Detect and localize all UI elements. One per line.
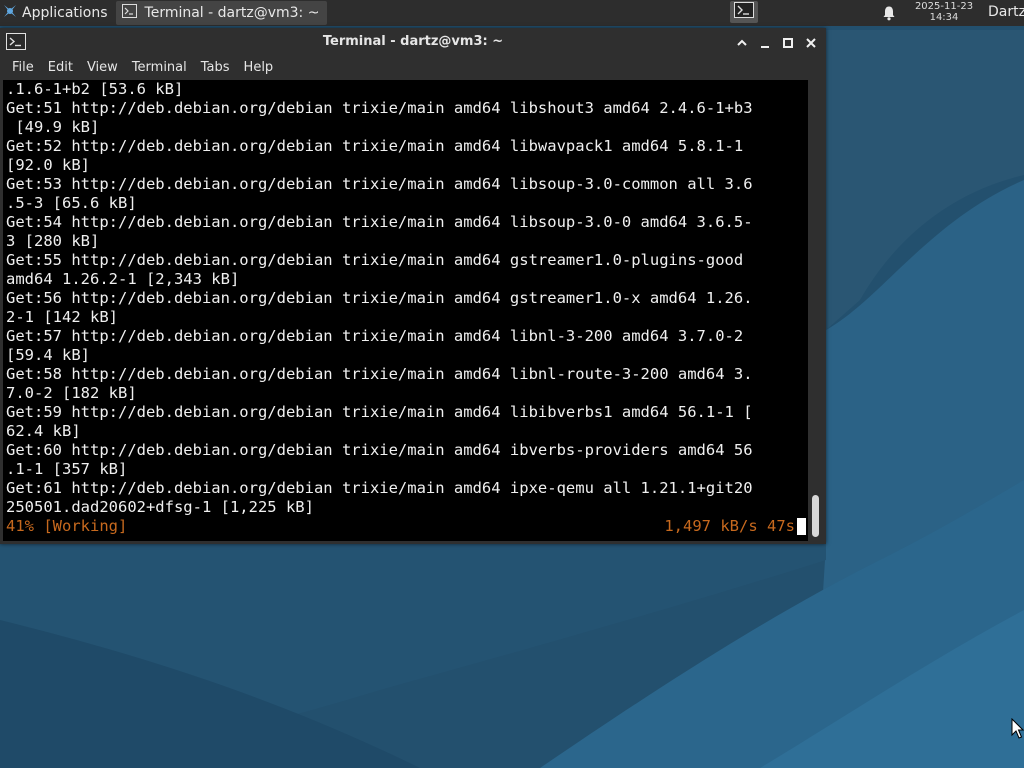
- mouse-pointer-icon: [1011, 717, 1024, 740]
- apt-progress-status: 41% [Working]: [6, 517, 128, 535]
- chevron-up-icon: [735, 35, 749, 54]
- terminal-text: .1.6-1+b2 [53.6 kB] Get:51 http://deb.de…: [3, 80, 808, 517]
- menu-edit[interactable]: Edit: [41, 56, 80, 80]
- terminal-line: amd64 1.26.2-1 [2,343 kB]: [6, 270, 240, 288]
- clock-date: 2025-11-23: [914, 1, 974, 12]
- minimize-button[interactable]: [758, 35, 772, 49]
- taskbar-item-label: Terminal - dartz@vm3: ~: [144, 5, 320, 21]
- terminal-line: [92.0 kB]: [6, 156, 90, 174]
- terminal-line: Get:54 http://deb.debian.org/debian trix…: [6, 213, 753, 231]
- menu-tabs[interactable]: Tabs: [194, 56, 237, 80]
- terminal-line: 250501.dad20602+dfsg-1 [1,225 kB]: [6, 498, 314, 516]
- xfce-mouse-icon: [2, 3, 18, 23]
- terminal-line: 3 [280 kB]: [6, 232, 100, 250]
- notifications-button[interactable]: [881, 5, 897, 21]
- terminal-line: Get:59 http://deb.debian.org/debian trix…: [6, 403, 753, 421]
- close-icon: [804, 35, 818, 54]
- apt-progress-line: 41% [Working] 1,497 kB/s 47s: [6, 517, 806, 536]
- terminal-line: Get:55 http://deb.debian.org/debian trix…: [6, 251, 744, 269]
- applications-menu-button[interactable]: Applications: [0, 0, 112, 26]
- terminal-launcher-button[interactable]: [730, 1, 758, 23]
- menu-terminal[interactable]: Terminal: [125, 56, 194, 80]
- terminal-line: Get:56 http://deb.debian.org/debian trix…: [6, 289, 753, 307]
- terminal-line: .1-1 [357 kB]: [6, 460, 128, 478]
- terminal-line: Get:60 http://deb.debian.org/debian trix…: [6, 441, 753, 459]
- terminal-line: .1.6-1+b2 [53.6 kB]: [6, 80, 184, 98]
- terminal-line: 7.0-2 [182 kB]: [6, 384, 137, 402]
- menu-bar: File Edit View Terminal Tabs Help: [0, 56, 826, 80]
- clock[interactable]: 2025-11-23 14:34: [906, 1, 982, 23]
- terminal-line: Get:57 http://deb.debian.org/debian trix…: [6, 327, 744, 345]
- terminal-icon: [121, 4, 137, 22]
- terminal-output[interactable]: .1.6-1+b2 [53.6 kB] Get:51 http://deb.de…: [3, 80, 808, 541]
- bell-icon: [881, 6, 897, 25]
- terminal-line: Get:52 http://deb.debian.org/debian trix…: [6, 137, 744, 155]
- menu-file[interactable]: File: [0, 56, 41, 80]
- terminal-line: 2-1 [142 kB]: [6, 308, 118, 326]
- text-cursor: [797, 518, 806, 535]
- shade-button[interactable]: [735, 35, 749, 49]
- clock-time: 14:34: [929, 12, 959, 23]
- window-title: Terminal - dartz@vm3: ~: [322, 34, 504, 49]
- taskbar-item-terminal[interactable]: Terminal - dartz@vm3: ~: [115, 1, 328, 25]
- menu-view[interactable]: View: [80, 56, 125, 80]
- menu-help[interactable]: Help: [237, 56, 281, 80]
- terminal-line: Get:58 http://deb.debian.org/debian trix…: [6, 365, 753, 383]
- terminal-scrollbar[interactable]: [808, 80, 823, 541]
- window-titlebar[interactable]: Terminal - dartz@vm3: ~: [0, 28, 826, 56]
- maximize-button[interactable]: [781, 35, 795, 49]
- terminal-line: 62.4 kB]: [6, 422, 81, 440]
- terminal-line: [49.9 kB]: [6, 118, 100, 136]
- terminal-line: .5-3 [65.6 kB]: [6, 194, 137, 212]
- maximize-icon: [781, 35, 795, 54]
- terminal-window: Terminal - dartz@vm3: ~ File Edit View T…: [0, 28, 826, 544]
- scrollbar-thumb[interactable]: [812, 495, 819, 537]
- applications-menu-label: Applications: [22, 5, 108, 21]
- terminal-line: Get:53 http://deb.debian.org/debian trix…: [6, 175, 753, 193]
- terminal-line: Get:51 http://deb.debian.org/debian trix…: [6, 99, 753, 117]
- minimize-icon: [758, 35, 772, 54]
- top-panel: Applications Terminal - dartz@vm3: ~ 202…: [0, 0, 1024, 26]
- terminal-line: [59.4 kB]: [6, 346, 90, 364]
- apt-download-speed: 1,497 kB/s 47s: [664, 517, 795, 535]
- terminal-icon: [734, 2, 754, 22]
- user-menu-button[interactable]: Dartz: [988, 4, 1024, 20]
- close-button[interactable]: [804, 35, 818, 49]
- terminal-line: Get:61 http://deb.debian.org/debian trix…: [6, 479, 753, 497]
